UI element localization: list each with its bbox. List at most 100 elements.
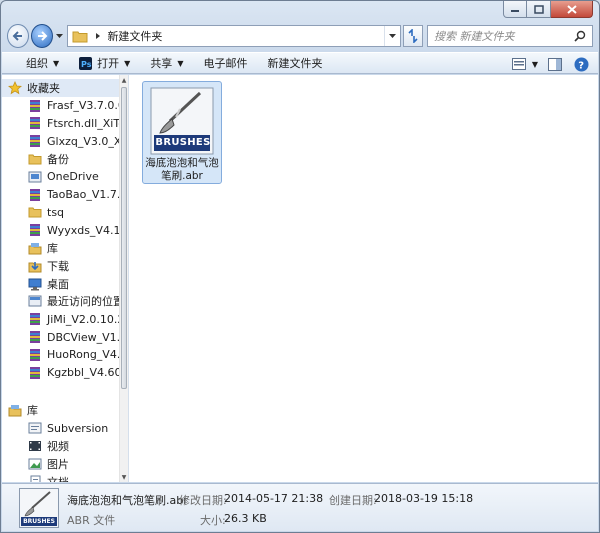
archive-icon <box>28 116 42 130</box>
preview-pane-icon <box>548 57 562 71</box>
nav-favorite-item[interactable]: Ftsrch.dll_XiTon <box>2 115 120 133</box>
chevron-down-icon: ▼ <box>53 58 60 68</box>
navigation-pane: 收藏夹 Frasf_V3.7.0.0_X Ftsrch.dll_XiTon Glxz… <box>2 75 129 482</box>
new-folder-button[interactable]: 新建文件夹 <box>261 53 328 73</box>
archive-icon <box>28 366 42 380</box>
nav-favorite-item[interactable]: OneDrive <box>2 168 120 186</box>
nav-favorite-item[interactable]: tsq <box>2 204 120 222</box>
view-dropdown-button[interactable]: ▼ <box>530 54 540 74</box>
close-icon <box>566 4 577 14</box>
chevron-down-icon: ▼ <box>177 58 184 68</box>
nav-favorite-item[interactable]: 下载 <box>2 257 120 275</box>
folder-icon <box>28 205 42 219</box>
navigation-tree: 收藏夹 Frasf_V3.7.0.0_X Ftsrch.dll_XiTon Glxz… <box>2 79 120 482</box>
main-area: 收藏夹 Frasf_V3.7.0.0_X Ftsrch.dll_XiTon Glxz… <box>2 75 598 482</box>
onedrive-icon <box>28 170 42 184</box>
scroll-down-icon[interactable]: ▼ <box>120 472 128 482</box>
nav-favorite-item-label: JiMi_V2.0.10.24_ <box>47 312 120 326</box>
nav-library-item[interactable]: Subversion <box>2 419 120 437</box>
search-box[interactable] <box>426 25 593 47</box>
nav-favorite-item[interactable]: Wyyxds_V4.1.1. <box>2 221 120 239</box>
nav-favorite-item-label: Ftsrch.dll_XiTon <box>47 116 120 130</box>
nav-favorites[interactable]: 收藏夹 <box>2 79 120 97</box>
search-icon <box>574 30 586 42</box>
nav-library-item[interactable]: 图片 <box>2 455 120 473</box>
created-label: 创建日期: <box>329 494 377 507</box>
nav-favorite-item-label: OneDrive <box>47 170 99 184</box>
nav-library-item[interactable]: 视频 <box>2 437 120 455</box>
brushes-badge: BRUSHES <box>155 137 211 148</box>
nav-favorite-item[interactable]: Frasf_V3.7.0.0_X <box>2 97 120 115</box>
share-menu[interactable]: 共享 ▼ <box>144 53 189 73</box>
preview-pane-button[interactable] <box>544 54 566 74</box>
minimize-icon <box>511 10 519 12</box>
nav-favorite-item[interactable]: 库 <box>2 239 120 257</box>
chevron-down-icon: ▼ <box>531 59 539 69</box>
scroll-up-icon[interactable]: ▲ <box>120 75 128 85</box>
breadcrumb-separator-icon <box>96 33 101 39</box>
pictures-library-icon <box>28 457 42 471</box>
address-history-dropdown[interactable] <box>383 26 400 46</box>
minimize-button[interactable] <box>503 1 527 18</box>
archive-icon <box>28 134 42 148</box>
nav-favorite-item-label: TaoBao_V1.7.8. <box>47 188 120 202</box>
archive-icon <box>28 348 42 362</box>
archive-icon <box>28 312 42 326</box>
nav-favorite-item[interactable]: 备份 <box>2 150 120 168</box>
close-button[interactable] <box>551 1 593 18</box>
nav-favorite-item-label: Frasf_V3.7.0.0_X <box>47 99 120 113</box>
nav-library-item[interactable]: 文档 <box>2 473 120 482</box>
modified-label: 修改日期: <box>179 494 227 507</box>
nav-favorite-item[interactable]: Kgzbbl_V4.60.0 <box>2 364 120 382</box>
archive-icon <box>28 99 42 113</box>
details-badge: BRUSHES <box>23 518 55 525</box>
nav-favorite-item[interactable]: JiMi_V2.0.10.24_ <box>2 310 120 328</box>
svg-text:?: ? <box>578 60 584 71</box>
details-file-name: 海底泡泡和气泡笔刷.abr <box>67 494 188 507</box>
size-label: 大小: <box>200 514 226 527</box>
favorites-list: Frasf_V3.7.0.0_X Ftsrch.dll_XiTon Glxzq_V3… <box>2 97 120 382</box>
back-arrow-icon <box>12 31 22 41</box>
file-list-area: BRUSHES 海底泡泡和气泡笔刷.abr <box>130 75 598 482</box>
nav-library-item-label: 文档 <box>47 474 69 482</box>
subversion-icon <box>28 421 42 435</box>
nav-favorite-item[interactable]: TaoBao_V1.7.8. <box>2 186 120 204</box>
email-button[interactable]: 电子邮件 <box>197 53 253 73</box>
recent-pages-dropdown[interactable] <box>54 27 65 45</box>
help-button[interactable]: ? <box>570 54 592 74</box>
open-menu[interactable]: Ps 打开 ▼ <box>73 53 136 73</box>
caption-buttons <box>503 1 593 18</box>
nav-favorite-item-label: Kgzbbl_V4.60.0 <box>47 366 120 380</box>
nav-favorite-item-label: 备份 <box>47 153 69 167</box>
file-name: 海底泡泡和气泡笔刷.abr <box>145 157 219 182</box>
nav-favorite-item-label: 最近访问的位置 <box>47 295 120 309</box>
refresh-button[interactable] <box>402 25 423 47</box>
file-item[interactable]: BRUSHES 海底泡泡和气泡笔刷.abr <box>142 81 222 184</box>
nav-libraries[interactable]: 库 <box>2 402 120 420</box>
nav-favorite-item[interactable]: Glxzq_V3.0_XiTo <box>2 132 120 150</box>
address-bar[interactable]: 新建文件夹 <box>67 25 401 47</box>
open-label: 打开 <box>97 57 120 70</box>
maximize-icon <box>533 4 544 14</box>
organize-menu[interactable]: 组织 ▼ <box>20 53 65 73</box>
breadcrumb-folder[interactable]: 新建文件夹 <box>107 28 162 44</box>
back-button[interactable] <box>7 24 29 48</box>
navigation-scrollbar[interactable]: ▲ ▼ <box>119 75 128 482</box>
nav-favorite-item-label: 下载 <box>47 259 69 273</box>
archive-icon <box>28 188 42 202</box>
nav-favorite-item[interactable]: 最近访问的位置 <box>2 293 120 311</box>
nav-favorite-item[interactable]: DBCView_V1.1_ <box>2 328 120 346</box>
forward-button[interactable] <box>30 24 53 48</box>
scrollbar-thumb[interactable] <box>121 87 127 389</box>
details-pane: BRUSHES 海底泡泡和气泡笔刷.abr ABR 文件 修改日期: 2014-… <box>2 483 598 531</box>
photoshop-icon: Ps <box>79 56 93 70</box>
change-view-button[interactable] <box>508 54 530 74</box>
nav-favorite-item-label: tsq <box>47 205 65 219</box>
search-input[interactable] <box>433 29 574 43</box>
maximize-button[interactable] <box>527 1 551 18</box>
nav-favorite-item[interactable]: HuoRong_V4.0. <box>2 346 120 364</box>
documents-library-icon <box>28 475 42 482</box>
nav-favorite-item[interactable]: 桌面 <box>2 275 120 293</box>
nav-favorites-label: 收藏夹 <box>27 81 60 95</box>
chevron-down-icon <box>388 33 396 38</box>
